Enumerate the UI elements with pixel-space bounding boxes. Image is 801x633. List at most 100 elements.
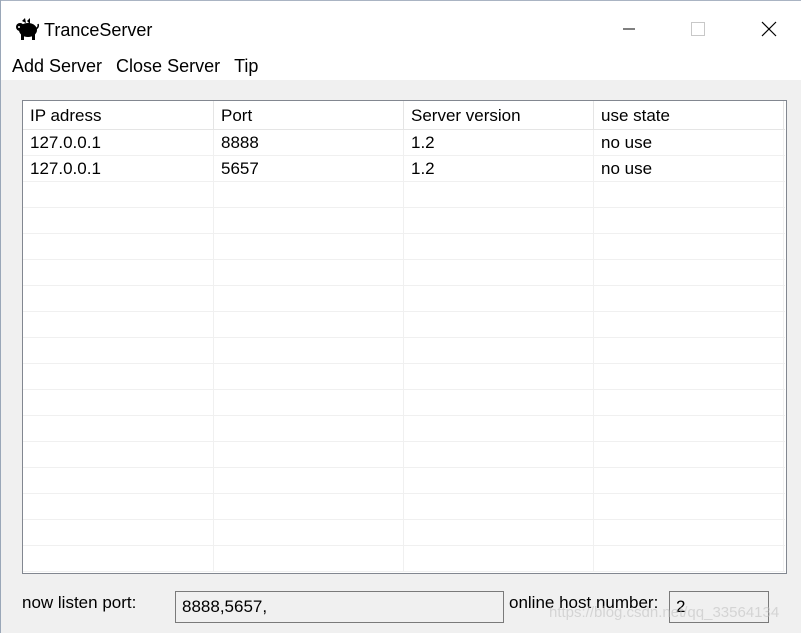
empty-cell <box>404 234 594 259</box>
empty-cell <box>594 208 784 233</box>
empty-cell <box>214 234 404 259</box>
empty-cell <box>214 520 404 545</box>
column-header-version[interactable]: Server version <box>404 101 594 129</box>
menu-tip[interactable]: Tip <box>223 52 265 80</box>
column-header-ip[interactable]: IP adress <box>23 101 214 129</box>
empty-cell <box>214 390 404 415</box>
title-bar[interactable]: TranceServer <box>1 0 801 52</box>
menu-close-server[interactable]: Close Server <box>105 52 227 80</box>
empty-cell <box>404 286 594 311</box>
server-table-grid: IP adress Port Server version use state … <box>23 101 785 572</box>
empty-cell <box>23 312 214 337</box>
empty-cell <box>404 520 594 545</box>
empty-cell <box>23 338 214 363</box>
empty-cell <box>23 520 214 545</box>
empty-cell <box>404 260 594 285</box>
empty-cell <box>23 260 214 285</box>
empty-cell <box>404 182 594 207</box>
column-header-state[interactable]: use state <box>594 101 784 129</box>
cell-port: 5657 <box>214 156 404 181</box>
menu-add-server[interactable]: Add Server <box>1 52 109 80</box>
empty-table-row <box>23 468 785 494</box>
empty-cell <box>23 390 214 415</box>
cell-port: 8888 <box>214 130 404 155</box>
minimize-icon <box>623 28 635 30</box>
empty-table-row <box>23 364 785 390</box>
server-table[interactable]: IP adress Port Server version use state … <box>22 100 787 574</box>
empty-cell <box>214 364 404 389</box>
empty-table-row <box>23 312 785 338</box>
empty-cell <box>214 468 404 493</box>
empty-cell <box>214 208 404 233</box>
minimize-button[interactable] <box>606 7 652 51</box>
cell-ip: 127.0.0.1 <box>23 130 214 155</box>
empty-table-row <box>23 520 785 546</box>
cell-state: no use <box>594 130 784 155</box>
empty-cell <box>23 442 214 467</box>
empty-cell <box>404 364 594 389</box>
empty-cell <box>23 182 214 207</box>
maximize-button[interactable] <box>675 7 721 51</box>
empty-cell <box>23 416 214 441</box>
empty-cell <box>594 442 784 467</box>
cell-state: no use <box>594 156 784 181</box>
empty-cell <box>404 494 594 519</box>
empty-cell <box>23 234 214 259</box>
empty-cell <box>214 416 404 441</box>
empty-cell <box>23 494 214 519</box>
table-row[interactable]: 127.0.0.1 5657 1.2 no use <box>23 156 785 182</box>
empty-cell <box>404 390 594 415</box>
empty-cell <box>594 494 784 519</box>
empty-cell <box>594 468 784 493</box>
empty-cell <box>23 546 214 571</box>
cell-version: 1.2 <box>404 130 594 155</box>
empty-table-row <box>23 260 785 286</box>
cell-ip: 127.0.0.1 <box>23 156 214 181</box>
empty-cell <box>404 546 594 571</box>
empty-cell <box>594 312 784 337</box>
empty-cell <box>404 416 594 441</box>
empty-cell <box>214 494 404 519</box>
pig-icon <box>15 17 39 41</box>
empty-cell <box>214 312 404 337</box>
empty-cell <box>23 208 214 233</box>
empty-cell <box>214 260 404 285</box>
empty-cell <box>214 286 404 311</box>
empty-cell <box>594 416 784 441</box>
empty-cell <box>594 260 784 285</box>
empty-table-row <box>23 182 785 208</box>
empty-cell <box>594 234 784 259</box>
online-host-count-field[interactable]: 2 <box>669 591 769 623</box>
empty-cell <box>214 442 404 467</box>
close-icon <box>761 21 777 37</box>
listen-port-field[interactable]: 8888,5657, <box>175 591 504 623</box>
listen-port-label: now listen port: <box>22 593 137 612</box>
empty-cell <box>594 546 784 571</box>
close-button[interactable] <box>746 7 792 51</box>
empty-cell <box>594 182 784 207</box>
empty-cell <box>594 520 784 545</box>
empty-cell <box>404 338 594 363</box>
cell-version: 1.2 <box>404 156 594 181</box>
empty-table-row <box>23 494 785 520</box>
online-host-label: online host number: <box>509 593 659 612</box>
column-header-port[interactable]: Port <box>214 101 404 129</box>
empty-table-row <box>23 416 785 442</box>
empty-cell <box>594 390 784 415</box>
table-header-row: IP adress Port Server version use state <box>23 101 785 130</box>
empty-table-row <box>23 208 785 234</box>
empty-cell <box>214 182 404 207</box>
maximize-icon <box>691 22 705 36</box>
empty-cell <box>23 468 214 493</box>
empty-cell <box>404 312 594 337</box>
empty-cell <box>594 364 784 389</box>
empty-table-row <box>23 338 785 364</box>
empty-table-row <box>23 442 785 468</box>
empty-cell <box>23 286 214 311</box>
empty-cell <box>404 468 594 493</box>
empty-table-row <box>23 234 785 260</box>
app-window: TranceServer Add Server Close Server Tip <box>0 0 801 633</box>
table-row[interactable]: 127.0.0.1 8888 1.2 no use <box>23 130 785 156</box>
window-title: TranceServer <box>44 20 153 40</box>
empty-cell <box>214 546 404 571</box>
